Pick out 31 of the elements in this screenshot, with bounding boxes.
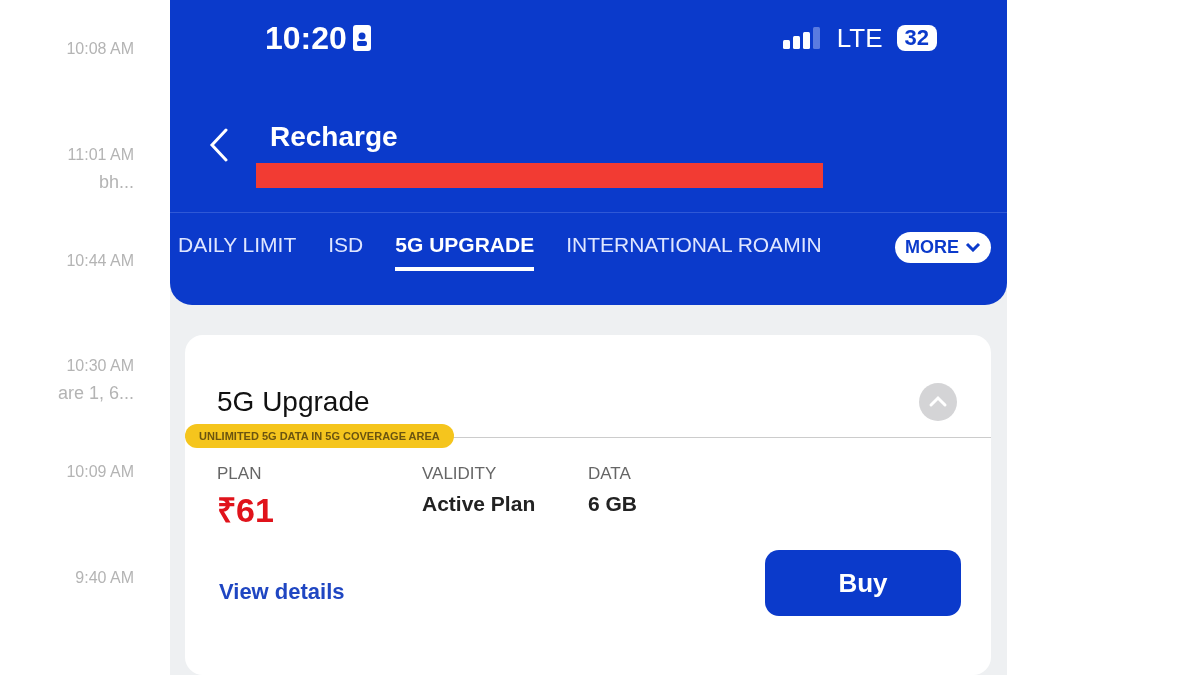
field-value: Active Plan (422, 492, 537, 516)
chevron-down-icon (965, 242, 981, 252)
message-time: 10:44 AM (66, 251, 134, 270)
back-icon[interactable] (208, 128, 230, 162)
message-time: 10:09 AM (66, 463, 134, 482)
field-value: ₹61 (217, 490, 275, 531)
field-label: DATA (588, 464, 632, 484)
signal-icon (782, 27, 823, 49)
tab[interactable]: INTERNATIONAL ROAMIN (566, 233, 822, 271)
contact-card-icon (352, 25, 371, 51)
tab[interactable]: 5G UPGRADE (395, 233, 535, 271)
more-button[interactable]: MORE (895, 231, 991, 263)
network-type: LTE (836, 22, 883, 54)
message-preview: bh... (98, 171, 134, 193)
message-time: 11:01 AM (67, 145, 134, 164)
field-label: PLAN (217, 464, 263, 484)
message-time: 10:08 AM (66, 40, 134, 58)
message-preview: are 1, 6... (57, 383, 134, 405)
field-label: VALIDITY (422, 464, 498, 484)
field-value: 6 GB (588, 492, 637, 516)
message-time: 10:30 AM (66, 357, 134, 376)
view-details-link[interactable]: View details (219, 579, 345, 605)
page-title: Recharge (270, 120, 399, 153)
status-time: 10:20 (265, 19, 347, 57)
tab[interactable]: ISD (328, 233, 364, 271)
battery-level: 32 (896, 25, 937, 51)
buy-button[interactable]: Buy (765, 550, 961, 616)
message-time: 9:40 AM (75, 569, 134, 588)
coverage-badge: UNLIMITED 5G DATA IN 5G COVERAGE AREA (185, 424, 454, 448)
card-title: 5G Upgrade (217, 386, 370, 418)
tab[interactable]: DAILY LIMIT (178, 233, 297, 271)
